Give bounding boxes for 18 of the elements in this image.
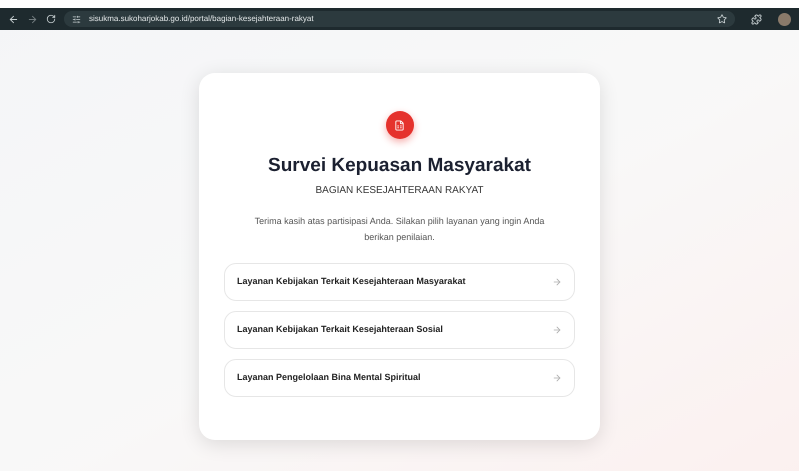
profile-avatar[interactable] bbox=[778, 12, 791, 26]
arrow-right-icon bbox=[552, 276, 562, 286]
back-icon[interactable] bbox=[8, 14, 19, 24]
reload-icon[interactable] bbox=[46, 14, 56, 24]
address-bar[interactable]: sisukma.sukoharjokab.go.id/portal/bagian-kesejahteraan-rakyat bbox=[64, 11, 735, 27]
department-subtitle: BAGIAN KESEJAHTERAAN RAKYAT bbox=[315, 184, 484, 198]
service-option[interactable]: Layanan Kebijakan Terkait Kesejahteraan Masyarakat bbox=[224, 262, 575, 300]
arrow-right-icon bbox=[552, 324, 562, 334]
survey-title: Survei Kepuasan Masyarakat bbox=[268, 154, 531, 178]
service-option[interactable]: Layanan Pengelolaan Bina Mental Spiritual bbox=[224, 358, 575, 396]
service-option[interactable]: Layanan Kebijakan Terkait Kesejahteraan Sosial bbox=[224, 310, 575, 348]
url-text: sisukma.sukoharjokab.go.id/portal/bagian-kesejahteraan-rakyat bbox=[89, 13, 314, 25]
extensions-icon[interactable] bbox=[751, 14, 762, 24]
intro-text: Terima kasih atas partisipasi Anda. Silakan pilih layanan yang ingin Anda berikan penilaian. bbox=[254, 214, 546, 244]
form-icon bbox=[394, 120, 405, 130]
arrow-right-icon bbox=[552, 372, 562, 382]
site-settings-icon[interactable] bbox=[72, 14, 81, 24]
bookmark-star-icon[interactable] bbox=[717, 14, 727, 24]
